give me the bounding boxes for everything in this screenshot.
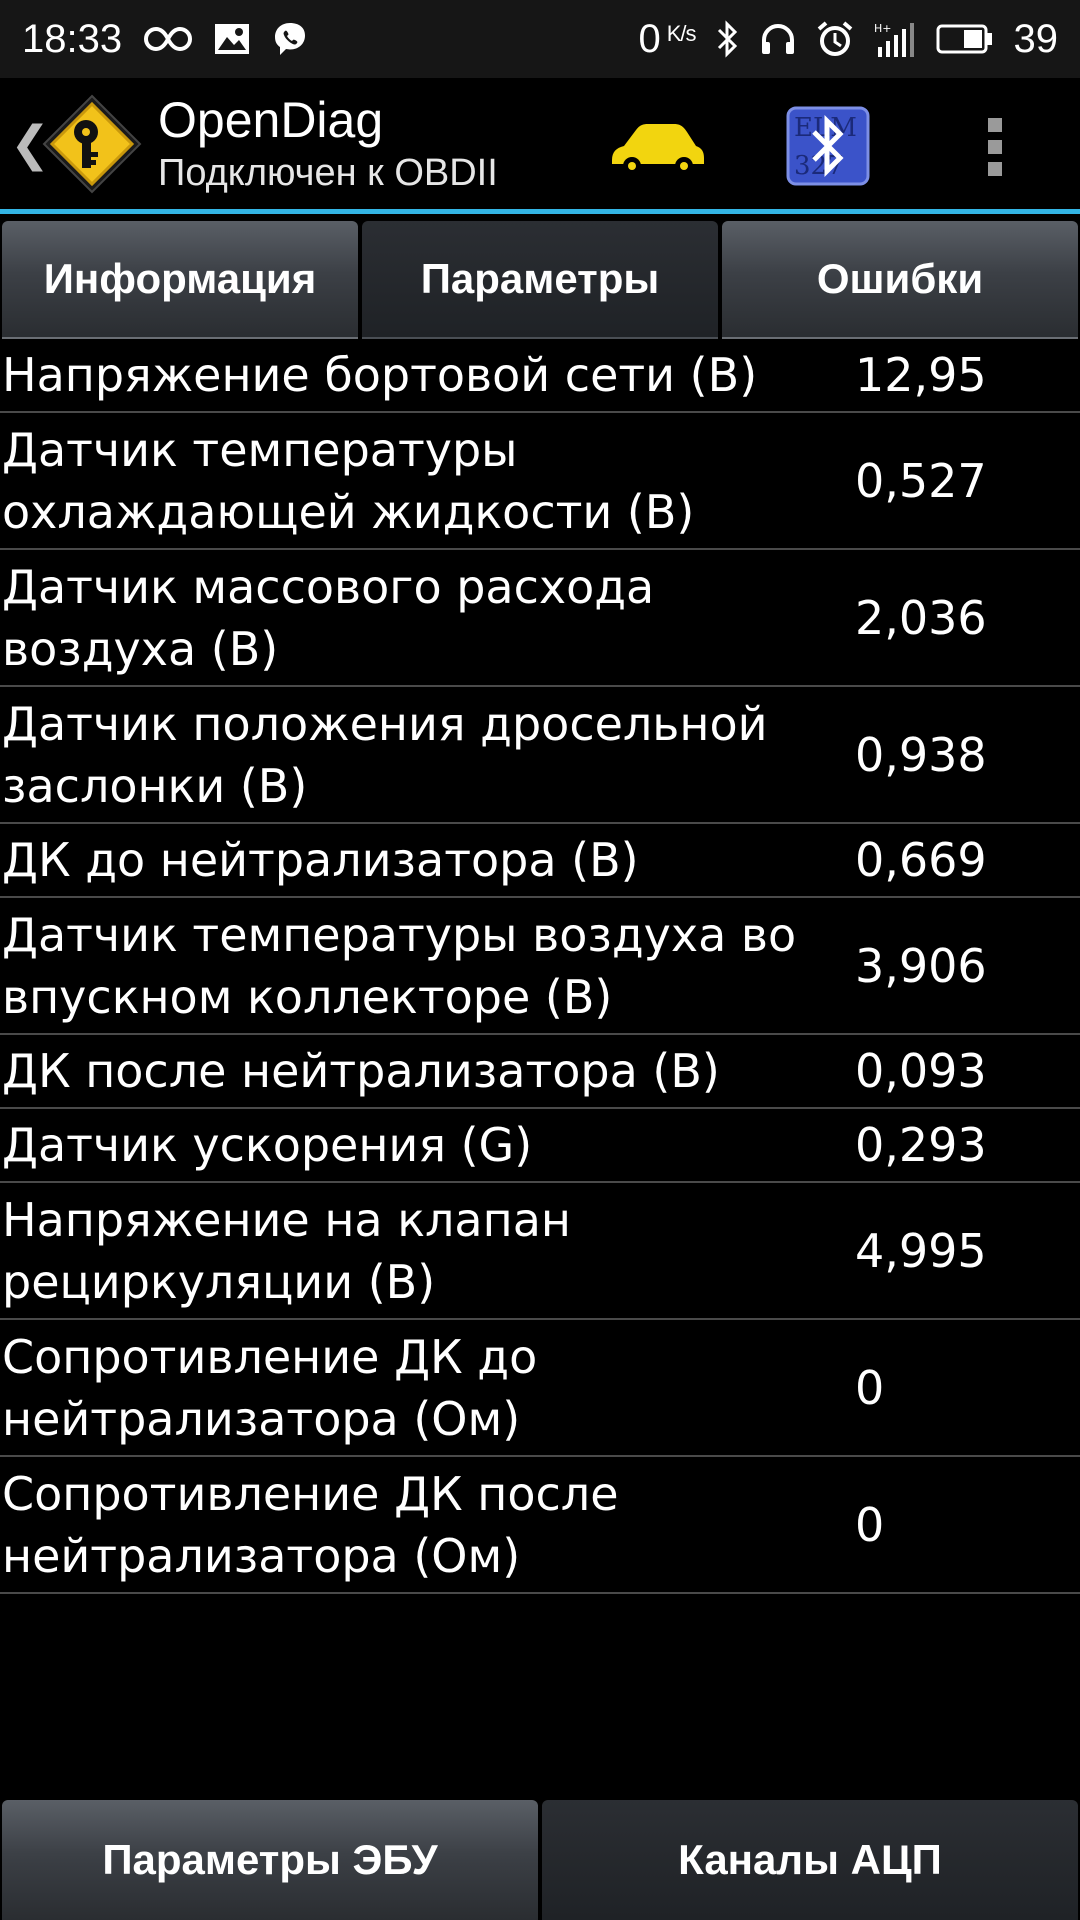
status-bar: 18:33 0 K/s H+ 39	[0, 0, 1080, 78]
tab-errors[interactable]: Ошибки	[722, 221, 1078, 339]
battery-icon	[936, 24, 994, 54]
viber-icon	[272, 21, 308, 57]
table-row[interactable]: Датчик положения дросельной заслонки (В)…	[0, 687, 1080, 824]
param-value: 4,995	[855, 1223, 987, 1278]
network-speed: 0 K/s	[638, 16, 697, 62]
param-value: 3,906	[855, 938, 987, 993]
param-name: Датчик положения дросельной заслонки (В)	[2, 696, 768, 813]
app-logo-icon[interactable]	[40, 92, 144, 196]
signal-icon: H+	[874, 21, 916, 57]
param-name: ДК до нейтрализатора (В)	[2, 833, 639, 887]
table-row[interactable]: Сопротивление ДК до нейтрализатора (Ом) …	[0, 1320, 1080, 1457]
param-name: ДК после нейтрализатора (В)	[2, 1044, 720, 1098]
param-value: 0,527	[855, 453, 987, 508]
infinity-icon	[144, 25, 193, 53]
action-bar: ❮ OpenDiag Подключен к OBDII ELM 327	[0, 78, 1080, 214]
net-speed-unit: K/s	[666, 20, 697, 46]
battery-percent: 39	[1013, 16, 1059, 61]
tab-information[interactable]: Информация	[2, 221, 358, 339]
connection-status: Подключен к OBDII	[158, 151, 498, 194]
table-row[interactable]: Датчик ускорения (G) 0,293	[0, 1109, 1080, 1183]
elm327-bluetooth-icon[interactable]: ELM 327	[786, 106, 870, 186]
parameter-list: Напряжение бортовой сети (В) 12,95 Датчи…	[0, 339, 1080, 1594]
param-value: 0,669	[855, 833, 987, 887]
overflow-menu-icon[interactable]	[982, 114, 1008, 180]
param-name: Датчик массового расхода воздуха (В)	[2, 559, 655, 676]
table-row[interactable]: Сопротивление ДК после нейтрализатора (О…	[0, 1457, 1080, 1594]
param-name: Сопротивление ДК после нейтрализатора (О…	[2, 1466, 619, 1583]
table-row[interactable]: ДК после нейтрализатора (В) 0,093	[0, 1035, 1080, 1109]
param-value: 0	[855, 1360, 885, 1415]
param-value: 0,093	[855, 1044, 987, 1098]
status-time: 18:33	[22, 16, 123, 61]
adc-channels-button[interactable]: Каналы АЦП	[542, 1800, 1078, 1920]
table-row[interactable]: Датчик температуры воздуха во впускном к…	[0, 898, 1080, 1035]
table-row[interactable]: Напряжение на клапан рециркуляции (В) 4,…	[0, 1183, 1080, 1320]
param-name: Напряжение на клапан рециркуляции (В)	[2, 1192, 571, 1309]
param-name: Сопротивление ДК до нейтрализатора (Ом)	[2, 1329, 538, 1446]
table-row[interactable]: Напряжение бортовой сети (В) 12,95	[0, 339, 1080, 413]
param-name: Датчик температуры охлаждающей жидкости …	[2, 422, 695, 539]
param-value: 0	[855, 1497, 885, 1552]
tab-parameters[interactable]: Параметры	[362, 221, 718, 339]
alarm-icon	[816, 20, 854, 58]
param-name: Датчик ускорения (G)	[2, 1118, 533, 1172]
gallery-icon	[214, 23, 250, 55]
app-title: OpenDiag	[158, 91, 384, 148]
table-row[interactable]: ДК до нейтрализатора (В) 0,669	[0, 824, 1080, 898]
param-value: 2,036	[855, 590, 987, 645]
car-icon[interactable]	[608, 114, 708, 178]
table-row[interactable]: Датчик температуры охлаждающей жидкости …	[0, 413, 1080, 550]
title-block: OpenDiag Подключен к OBDII	[158, 92, 498, 196]
param-value: 0,938	[855, 727, 987, 782]
param-name: Напряжение бортовой сети (В)	[2, 348, 758, 402]
back-caret-icon[interactable]: ❮	[10, 116, 50, 172]
ecu-parameters-button[interactable]: Параметры ЭБУ	[2, 1800, 538, 1920]
svg-text:H+: H+	[874, 22, 892, 35]
param-value: 12,95	[855, 348, 987, 402]
bluetooth-icon	[716, 20, 740, 58]
net-speed-value: 0	[638, 16, 661, 61]
headphones-icon	[760, 22, 796, 56]
tab-bar: Информация Параметры Ошибки	[0, 219, 1080, 339]
table-row[interactable]: Датчик массового расхода воздуха (В) 2,0…	[0, 550, 1080, 687]
param-name: Датчик температуры воздуха во впускном к…	[2, 907, 797, 1024]
bottom-button-bar: Параметры ЭБУ Каналы АЦП	[0, 1800, 1080, 1920]
param-value: 0,293	[855, 1118, 987, 1172]
